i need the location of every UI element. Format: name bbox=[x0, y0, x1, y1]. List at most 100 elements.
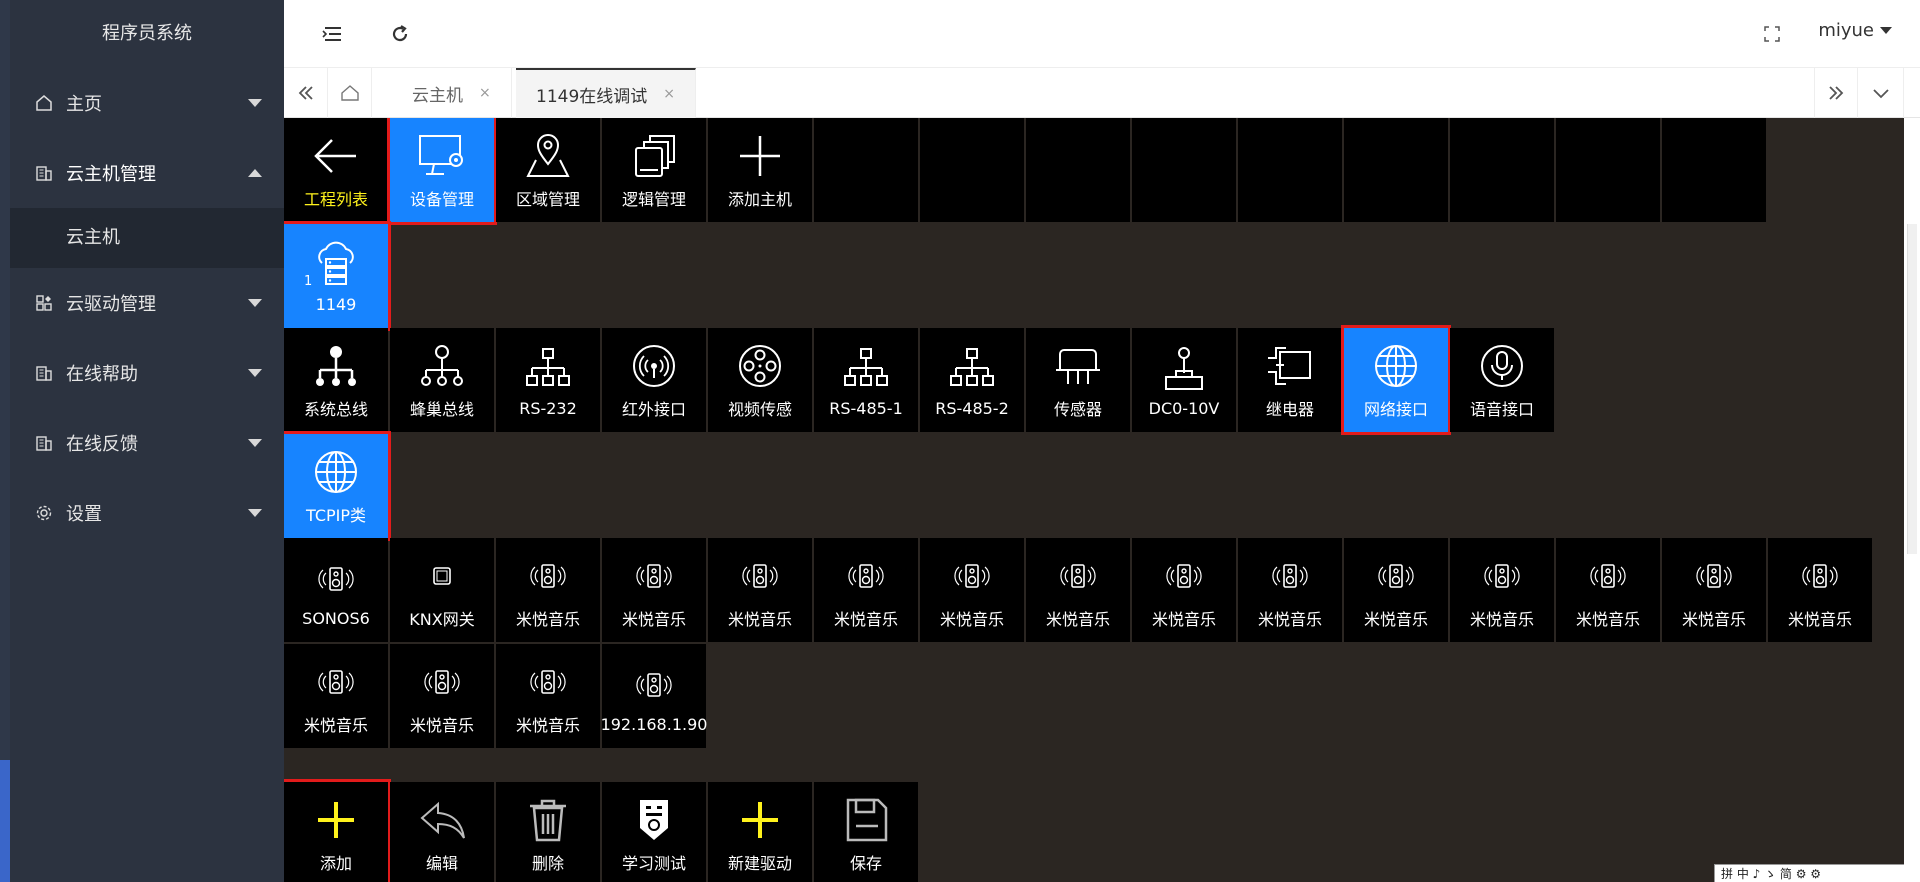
area-management-button[interactable]: 区域管理 bbox=[496, 118, 600, 222]
save-button[interactable]: 保存 bbox=[814, 782, 918, 882]
sidebar-subitem-cloud-host[interactable]: 云主机 bbox=[10, 208, 284, 268]
interface-voice[interactable]: 语音接口 bbox=[1450, 328, 1554, 432]
device-tile[interactable]: 米悦音乐 bbox=[284, 644, 388, 748]
tile-label: 米悦音乐 bbox=[409, 716, 474, 735]
tab-1149-online-debug[interactable]: 1149在线调试 × bbox=[516, 68, 696, 118]
plus-icon bbox=[734, 130, 786, 182]
interface-network[interactable]: 网络接口 bbox=[1341, 325, 1451, 435]
bus-icon bbox=[310, 340, 362, 392]
add-button[interactable]: 添加 bbox=[284, 779, 391, 882]
tile-label: 添加主机 bbox=[727, 190, 792, 209]
refresh-icon[interactable] bbox=[386, 20, 414, 48]
device-tile[interactable]: 米悦音乐 bbox=[1238, 538, 1342, 642]
edit-button[interactable]: 编辑 bbox=[390, 782, 494, 882]
scroll-tabs-right-icon[interactable] bbox=[1814, 68, 1858, 118]
sidebar-item-cloud-driver-management[interactable]: 云驱动管理 bbox=[10, 268, 284, 338]
host-1149-button[interactable]: 1 1149 bbox=[284, 221, 391, 331]
device-tile[interactable]: 米悦音乐 bbox=[1450, 538, 1554, 642]
window-edge bbox=[0, 0, 10, 882]
device-management-button[interactable]: 设备管理 bbox=[387, 118, 497, 225]
device-tile[interactable]: 米悦音乐 bbox=[1344, 538, 1448, 642]
tab-cloud-host[interactable]: 云主机 × bbox=[392, 68, 512, 118]
device-tile[interactable]: 米悦音乐 bbox=[814, 538, 918, 642]
sidebar-item-online-help[interactable]: 在线帮助 bbox=[10, 338, 284, 408]
device-tile[interactable]: 米悦音乐 bbox=[390, 644, 494, 748]
home-tab-icon[interactable] bbox=[328, 68, 372, 118]
speaker-icon bbox=[634, 659, 674, 711]
tile-label: 工程列表 bbox=[303, 190, 368, 209]
speaker-icon bbox=[634, 550, 674, 602]
device-tile[interactable]: 米悦音乐 bbox=[496, 644, 600, 748]
add-host-button[interactable]: 添加主机 bbox=[708, 118, 812, 222]
close-icon[interactable]: × bbox=[663, 86, 675, 102]
host-index: 1 bbox=[304, 274, 313, 289]
sidebar-item-label: 主页 bbox=[66, 94, 102, 115]
sidebar-item-online-feedback[interactable]: 在线反馈 bbox=[10, 408, 284, 478]
empty-slot bbox=[920, 118, 1024, 222]
sidebar-item-label: 云驱动管理 bbox=[66, 294, 156, 315]
tile-label: 红外接口 bbox=[621, 400, 686, 419]
device-tile[interactable]: 米悦音乐 bbox=[496, 538, 600, 642]
app-title: 程序员系统 bbox=[102, 23, 192, 44]
speaker-icon bbox=[316, 553, 356, 605]
network-tree-icon bbox=[416, 340, 468, 392]
interface-dc0-10v[interactable]: DC0-10V bbox=[1132, 328, 1236, 432]
device-tile[interactable]: KNX网关 bbox=[390, 538, 494, 642]
tab-label: 1149在线调试 bbox=[536, 86, 648, 107]
device-tile[interactable]: 米悦音乐 bbox=[1556, 538, 1660, 642]
device-workspace: 工程列表 设备管理 区域管理 逻辑管理 添加主机 1 1149 系统总线 蜂巢总… bbox=[284, 118, 1904, 882]
remote-icon bbox=[628, 794, 680, 846]
interface-rs485-1[interactable]: RS-485-1 bbox=[814, 328, 918, 432]
delete-button[interactable]: 删除 bbox=[496, 782, 600, 882]
sidebar-item-cloud-host-management[interactable]: 云主机管理 bbox=[10, 138, 284, 208]
speaker-icon bbox=[1058, 550, 1098, 602]
sidebar-item-home[interactable]: 主页 bbox=[10, 68, 284, 138]
tab-bar: 云主机 × 1149在线调试 × bbox=[284, 68, 1920, 118]
tile-label: RS-485-1 bbox=[829, 398, 903, 418]
device-tile[interactable]: 192.168.1.90 bbox=[600, 644, 708, 748]
device-tile[interactable]: 米悦音乐 bbox=[1662, 538, 1766, 642]
monitor-gear-icon bbox=[416, 130, 468, 182]
interface-sensor[interactable]: 传感器 bbox=[1026, 328, 1130, 432]
empty-slot bbox=[1238, 118, 1342, 222]
interface-infrared[interactable]: 红外接口 bbox=[602, 328, 706, 432]
device-tile[interactable]: 米悦音乐 bbox=[602, 538, 706, 642]
home-icon bbox=[34, 93, 54, 113]
tile-label: 192.168.1.90 bbox=[600, 714, 708, 734]
vertical-scrollbar[interactable] bbox=[1904, 118, 1920, 882]
interface-video-sensor[interactable]: 视频传感 bbox=[708, 328, 812, 432]
interface-rs485-2[interactable]: RS-485-2 bbox=[920, 328, 1024, 432]
device-tile[interactable]: 米悦音乐 bbox=[1768, 538, 1872, 642]
interface-hive-bus[interactable]: 蜂巢总线 bbox=[390, 328, 494, 432]
joystick-icon bbox=[1158, 343, 1210, 395]
user-menu[interactable]: miyue bbox=[1818, 20, 1892, 41]
new-driver-button[interactable]: 新建驱动 bbox=[708, 782, 812, 882]
arrow-left-icon bbox=[310, 130, 362, 182]
fullscreen-icon[interactable] bbox=[1758, 20, 1786, 48]
project-list-button[interactable]: 工程列表 bbox=[284, 118, 388, 222]
tile-label: SONOS6 bbox=[302, 608, 370, 628]
scroll-tabs-left-icon[interactable] bbox=[284, 68, 328, 118]
menu-toggle-icon[interactable] bbox=[318, 20, 346, 48]
interface-rs232[interactable]: RS-232 bbox=[496, 328, 600, 432]
sidebar-item-settings[interactable]: 设置 bbox=[10, 478, 284, 548]
logic-management-button[interactable]: 逻辑管理 bbox=[602, 118, 706, 222]
map-pin-icon bbox=[522, 130, 574, 182]
tab-options-chevron-down-icon[interactable] bbox=[1858, 68, 1904, 118]
device-tile[interactable]: SONOS6 bbox=[284, 538, 388, 642]
device-tile[interactable]: 米悦音乐 bbox=[708, 538, 812, 642]
device-tile[interactable]: 米悦音乐 bbox=[920, 538, 1024, 642]
tile-label: 米悦音乐 bbox=[1257, 610, 1322, 629]
device-tile[interactable]: 米悦音乐 bbox=[1132, 538, 1236, 642]
interface-system-bus[interactable]: 系统总线 bbox=[284, 328, 388, 432]
sensor-icon bbox=[1052, 340, 1104, 392]
interface-relay[interactable]: 继电器 bbox=[1238, 328, 1342, 432]
desktop-strip bbox=[0, 760, 10, 882]
scrollbar-thumb[interactable] bbox=[1907, 224, 1917, 554]
device-tile[interactable]: 米悦音乐 bbox=[1026, 538, 1130, 642]
tile-label: 设备管理 bbox=[409, 190, 474, 209]
category-tcpip[interactable]: TCPIP类 bbox=[284, 431, 391, 541]
close-icon[interactable]: × bbox=[479, 85, 491, 101]
sidebar: 程序员系统 主页 云主机管理 云主机 云驱动管理 在线帮助 在线反馈 设置 bbox=[10, 0, 284, 882]
learn-test-button[interactable]: 学习测试 bbox=[602, 782, 706, 882]
